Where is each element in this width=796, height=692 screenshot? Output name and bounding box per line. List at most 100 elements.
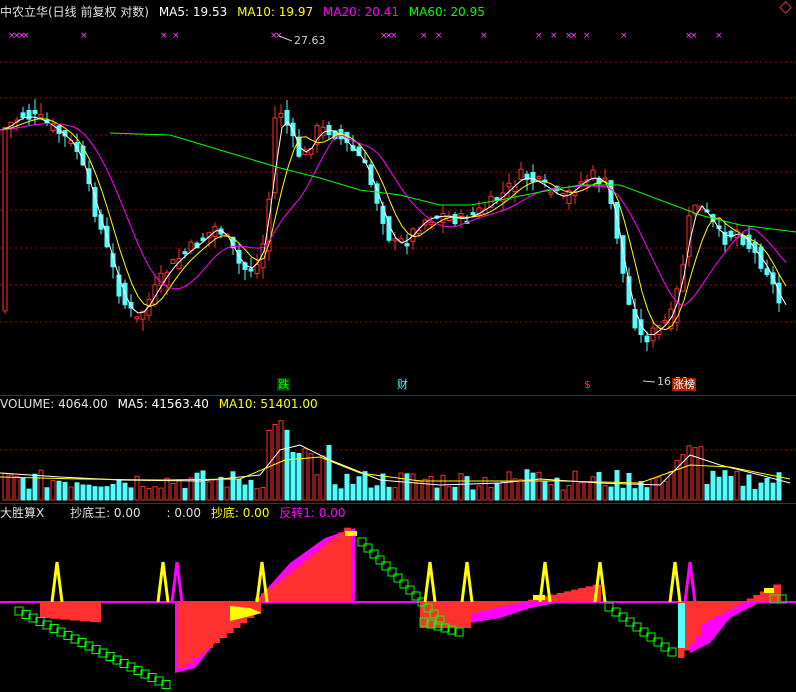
- green-box: [369, 549, 379, 559]
- red-step: [191, 602, 200, 658]
- red-step: [491, 602, 500, 608]
- red-step: [484, 602, 493, 610]
- volume-bar: [272, 424, 278, 501]
- volume-bar: [260, 487, 266, 501]
- candle-body: [248, 268, 254, 272]
- candlestick-chart[interactable]: ×××× × × × ×× ××× × × × × × ×× × × ×× ×: [0, 0, 796, 395]
- volume-bar: [344, 473, 350, 501]
- volume-bar: [26, 488, 32, 501]
- candle-body: [20, 112, 26, 118]
- volume-chart-panel[interactable]: VOLUME: 4064.00 MA5: 41563.40 MA10: 5140…: [0, 395, 796, 503]
- green-box: [375, 555, 385, 565]
- indicator-reversal: 反转1: 0.00: [279, 506, 346, 520]
- volume-bar: [620, 487, 626, 501]
- volume-bar: [560, 489, 566, 501]
- stock-title: 中农立华(日线 前复权 对数): [0, 5, 149, 19]
- indicator-name: 大胜算X: [0, 506, 45, 520]
- volume-bar: [128, 487, 134, 501]
- volume-bar: [536, 471, 542, 501]
- green-box: [411, 591, 421, 601]
- red-step: [760, 591, 768, 602]
- signal-mark-x: ×: [435, 31, 443, 41]
- red-step: [70, 602, 81, 621]
- volume-bar: [362, 471, 368, 501]
- red-step: [746, 598, 755, 602]
- candle-body: [602, 177, 608, 181]
- red-step: [40, 602, 51, 618]
- red-step: [506, 602, 515, 605]
- volume-bar: [650, 477, 656, 501]
- red-step: [184, 602, 193, 663]
- volume-bar: [194, 472, 200, 501]
- volume-bar: [50, 480, 56, 501]
- signal-mark-x: ×: [390, 31, 398, 41]
- volume-bar: [524, 469, 530, 501]
- volume-bar: [494, 483, 500, 501]
- green-box: [387, 567, 397, 577]
- volume-bar: [104, 486, 110, 501]
- volume-bar: [170, 482, 176, 501]
- volume-bar: [704, 483, 710, 501]
- signal-mark-x: ×: [160, 31, 168, 41]
- volume-bar: [74, 482, 80, 501]
- volume-bar: [242, 484, 248, 501]
- candle-body: [662, 319, 668, 323]
- volume-bar: [686, 445, 692, 501]
- volume-bar: [56, 480, 62, 501]
- volume-bar: [440, 474, 446, 501]
- candle-body: [518, 168, 524, 180]
- signal-mark-x: ×: [172, 31, 180, 41]
- red-step: [80, 602, 91, 622]
- candle-body: [536, 176, 542, 180]
- volume-bar: [392, 487, 398, 501]
- price-chart-panel[interactable]: × × × × × × × × × × × × × × × × × × × × × × × × 中农立华(日线 前复权 对数)…: [0, 0, 796, 395]
- spike-signal: [156, 561, 170, 603]
- red-step: [344, 527, 351, 602]
- volume-bar: [500, 480, 506, 501]
- volume-bar: [68, 486, 74, 501]
- red-step: [720, 602, 728, 613]
- volume-bar: [740, 485, 746, 501]
- volume-bar: [578, 482, 584, 501]
- event-marker-rise-list[interactable]: 涨榜: [672, 378, 696, 391]
- event-marker-drop[interactable]: 跌: [277, 378, 290, 391]
- indicator-chart[interactable]: [0, 503, 796, 692]
- volume-bar: [374, 485, 380, 501]
- ma10-line: [0, 118, 787, 331]
- green-box: [405, 585, 415, 595]
- red-step: [290, 569, 298, 602]
- volume-header: VOLUME: 4064.00 MA5: 41563.40 MA10: 5140…: [0, 395, 324, 413]
- volume-bar: [158, 487, 164, 501]
- candle-body: [614, 201, 620, 239]
- volume-bar: [350, 483, 356, 501]
- candle-body: [32, 109, 38, 115]
- volume-bar: [752, 489, 758, 501]
- candle-body: [458, 212, 464, 217]
- event-marker-dollar[interactable]: $: [583, 378, 592, 391]
- red-step: [302, 560, 310, 602]
- volume-bar: [200, 470, 206, 501]
- volume-bar: [614, 470, 620, 501]
- red-step: [773, 584, 781, 602]
- event-marker-finance[interactable]: 财: [396, 378, 409, 391]
- red-step: [713, 602, 721, 616]
- signal-mark-x: ×: [275, 31, 283, 41]
- red-step: [219, 602, 227, 638]
- volume-bar: [644, 487, 650, 501]
- red-step: [212, 602, 220, 643]
- red-step: [571, 589, 580, 602]
- volume-value: VOLUME: 4064.00: [0, 397, 108, 411]
- indicator-chart-panel[interactable]: 大胜算X 抄底王: 0.00 : 0.00 抄底: 0.00 反转1: 0.00: [0, 503, 796, 692]
- volume-bar: [176, 479, 182, 501]
- volume-bar: [122, 482, 128, 501]
- red-step: [90, 602, 101, 623]
- volume-bar: [116, 479, 122, 501]
- red-step: [556, 593, 565, 602]
- green-box: [393, 573, 403, 583]
- red-step: [470, 602, 479, 613]
- red-step: [178, 602, 186, 668]
- candle-body: [506, 182, 512, 188]
- volume-ma5: MA5: 41563.40: [117, 397, 209, 411]
- red-step: [527, 599, 536, 602]
- volume-bar: [386, 486, 392, 501]
